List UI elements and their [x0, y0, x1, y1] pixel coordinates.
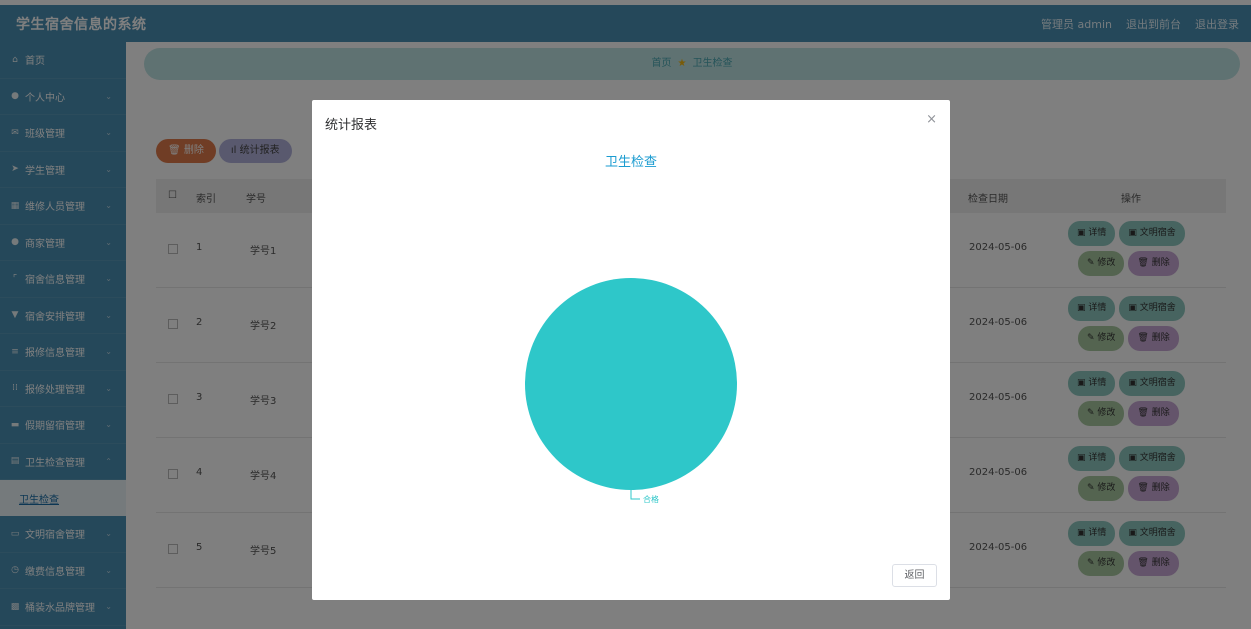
- slice-label: 合格: [643, 494, 659, 504]
- back-button[interactable]: 返回: [892, 564, 937, 587]
- pie-chart: 卫生检查 合格: [525, 155, 737, 504]
- slice-label-line: [630, 490, 640, 500]
- stats-dialog: 统计报表 × 卫生检查 合格 返回: [312, 100, 950, 600]
- close-icon[interactable]: ×: [926, 112, 937, 127]
- pie-slice[interactable]: [525, 278, 737, 490]
- chart-title: 卫生检查: [605, 155, 657, 170]
- dialog-title: 统计报表: [325, 118, 378, 133]
